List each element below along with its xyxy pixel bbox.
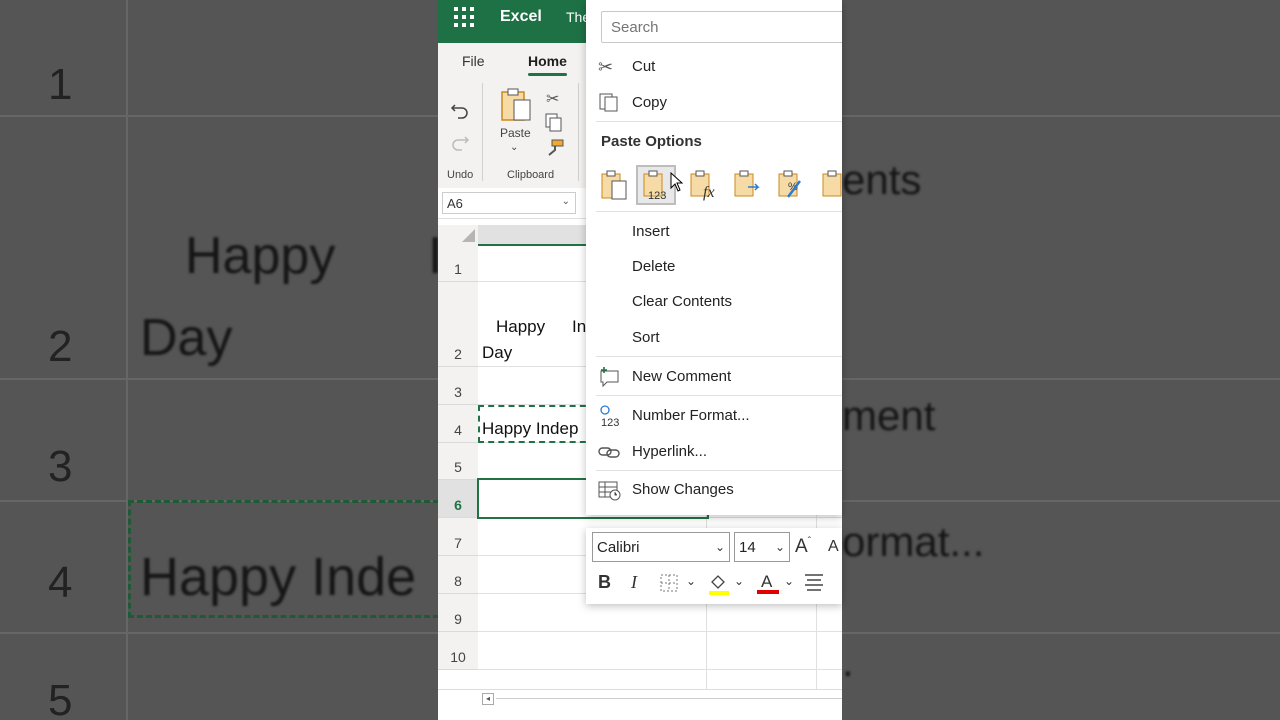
svg-text:123: 123 <box>601 417 619 429</box>
shrink-font-button[interactable]: A <box>828 538 839 556</box>
tab-file[interactable]: File <box>462 53 485 69</box>
menu-item-new-comment[interactable]: New Comment <box>586 360 842 394</box>
link-icon <box>598 440 622 464</box>
chevron-down-icon[interactable]: ⌄ <box>734 574 744 588</box>
select-all-button[interactable] <box>438 225 478 244</box>
format-painter-icon[interactable] <box>546 139 564 162</box>
redo-icon[interactable] <box>450 131 470 156</box>
cell-text: Happy <box>496 317 546 336</box>
chevron-down-icon: ⌄ <box>774 540 785 554</box>
menu-item-delete[interactable]: Delete <box>586 250 842 284</box>
name-box[interactable]: A6 ⌄ <box>442 192 576 214</box>
copy-icon[interactable] <box>545 113 563 138</box>
menu-item-copy[interactable]: Copy <box>586 86 842 120</box>
bg-menu-text: ormat... <box>842 518 985 565</box>
chevron-down-icon[interactable]: ⌄ <box>686 574 696 588</box>
chevron-down-icon[interactable]: ⌄ <box>562 196 570 207</box>
mini-toolbar: Calibri ⌄ 14 ⌄ Aˆ A B I ⌄ ⌄ A ⌄ <box>586 528 842 604</box>
undo-icon[interactable] <box>450 99 470 124</box>
menu-item-number-format[interactable]: 123 Number Format... <box>586 399 842 433</box>
fill-color-icon[interactable] <box>708 572 730 601</box>
bg-menu-text: . <box>842 638 854 685</box>
menu-item-hyperlink[interactable]: Hyperlink... <box>586 435 842 469</box>
cut-icon: ✂ <box>598 57 614 77</box>
row-header[interactable]: 7 <box>438 518 478 556</box>
bold-button[interactable]: B <box>598 572 611 593</box>
tab-home[interactable]: Home <box>528 53 567 76</box>
borders-icon[interactable] <box>660 574 680 597</box>
clipboard-group-label: Clipboard <box>507 169 555 181</box>
chevron-down-icon[interactable]: ⌄ <box>784 574 794 588</box>
bg-row-number: 4 <box>48 558 73 607</box>
row-header[interactable]: 4 <box>438 405 478 443</box>
row-header[interactable]: 2 <box>438 282 478 367</box>
cell-text: Day <box>482 343 513 362</box>
grow-font-button[interactable]: Aˆ <box>795 536 811 558</box>
row-header[interactable]: 8 <box>438 556 478 594</box>
menu-search-input[interactable] <box>601 11 842 43</box>
menu-item-sort[interactable]: Sort <box>586 321 842 355</box>
new-comment-icon <box>598 365 622 389</box>
name-box-value: A6 <box>447 196 463 211</box>
bg-cell-text: Happy Inde <box>140 547 417 607</box>
chevron-down-icon: ⌄ <box>714 540 725 554</box>
bg-row-number: 5 <box>48 676 73 720</box>
cut-icon[interactable]: ✂ <box>546 89 559 109</box>
paste-option-formulas-icon[interactable]: fx <box>686 165 726 205</box>
bg-menu-text: ents <box>842 156 922 203</box>
svg-text:A: A <box>761 572 773 591</box>
font-name-select[interactable]: Calibri ⌄ <box>592 532 730 562</box>
copy-icon <box>598 91 622 115</box>
paste-option-transpose-icon[interactable] <box>730 165 770 205</box>
mouse-pointer-icon <box>670 171 684 197</box>
context-menu: ✂ Cut Copy Paste Options 123 fx % Insert… <box>586 0 842 515</box>
horizontal-scrollbar[interactable]: ◂ <box>438 689 842 720</box>
row-header-selected[interactable]: 6 <box>438 480 478 518</box>
menu-item-insert[interactable]: Insert <box>586 215 842 249</box>
paste-option-default-icon[interactable] <box>595 165 635 205</box>
align-icon[interactable] <box>804 572 824 597</box>
svg-text:fx: fx <box>703 184 715 201</box>
cell-text: In <box>572 317 587 336</box>
font-size-select[interactable]: 14 ⌄ <box>734 532 790 562</box>
row-header[interactable]: 9 <box>438 594 478 632</box>
paste-option-formatting-icon[interactable]: % <box>774 165 814 205</box>
bg-row-number: 1 <box>48 60 73 109</box>
bg-row-number: 2 <box>48 322 73 371</box>
row-header[interactable]: 1 <box>438 244 478 282</box>
scroll-left-icon[interactable]: ◂ <box>482 693 494 705</box>
number-format-icon: 123 <box>598 404 622 429</box>
bg-menu-text: ment <box>842 392 936 439</box>
paste-dropdown-icon[interactable]: ⌄ <box>510 142 518 153</box>
paste-option-link-icon[interactable] <box>818 165 842 205</box>
italic-button[interactable]: I <box>631 572 637 593</box>
app-launcher-icon[interactable] <box>454 7 474 27</box>
show-changes-icon <box>598 478 622 502</box>
bg-row-number: 3 <box>48 442 73 491</box>
bg-cell-text: Happy <box>185 227 336 285</box>
app-name: Excel <box>500 8 542 25</box>
menu-item-cut[interactable]: ✂ Cut <box>586 50 842 84</box>
cell-text: Happy Indep <box>482 419 579 438</box>
row-header[interactable]: 10 <box>438 632 478 670</box>
undo-group-label: Undo <box>447 169 474 181</box>
paste-options-header: Paste Options <box>601 133 702 150</box>
paste-icon[interactable] <box>500 87 534 128</box>
font-color-icon[interactable]: A <box>756 570 780 601</box>
bg-cell-text: Day <box>140 309 233 367</box>
row-header[interactable]: 3 <box>438 367 478 405</box>
row-header[interactable]: 5 <box>438 443 478 480</box>
menu-item-clear-contents[interactable]: Clear Contents <box>586 285 842 319</box>
svg-text:123: 123 <box>648 190 666 202</box>
paste-label[interactable]: Paste <box>500 126 531 140</box>
menu-item-show-changes[interactable]: Show Changes <box>586 473 842 507</box>
